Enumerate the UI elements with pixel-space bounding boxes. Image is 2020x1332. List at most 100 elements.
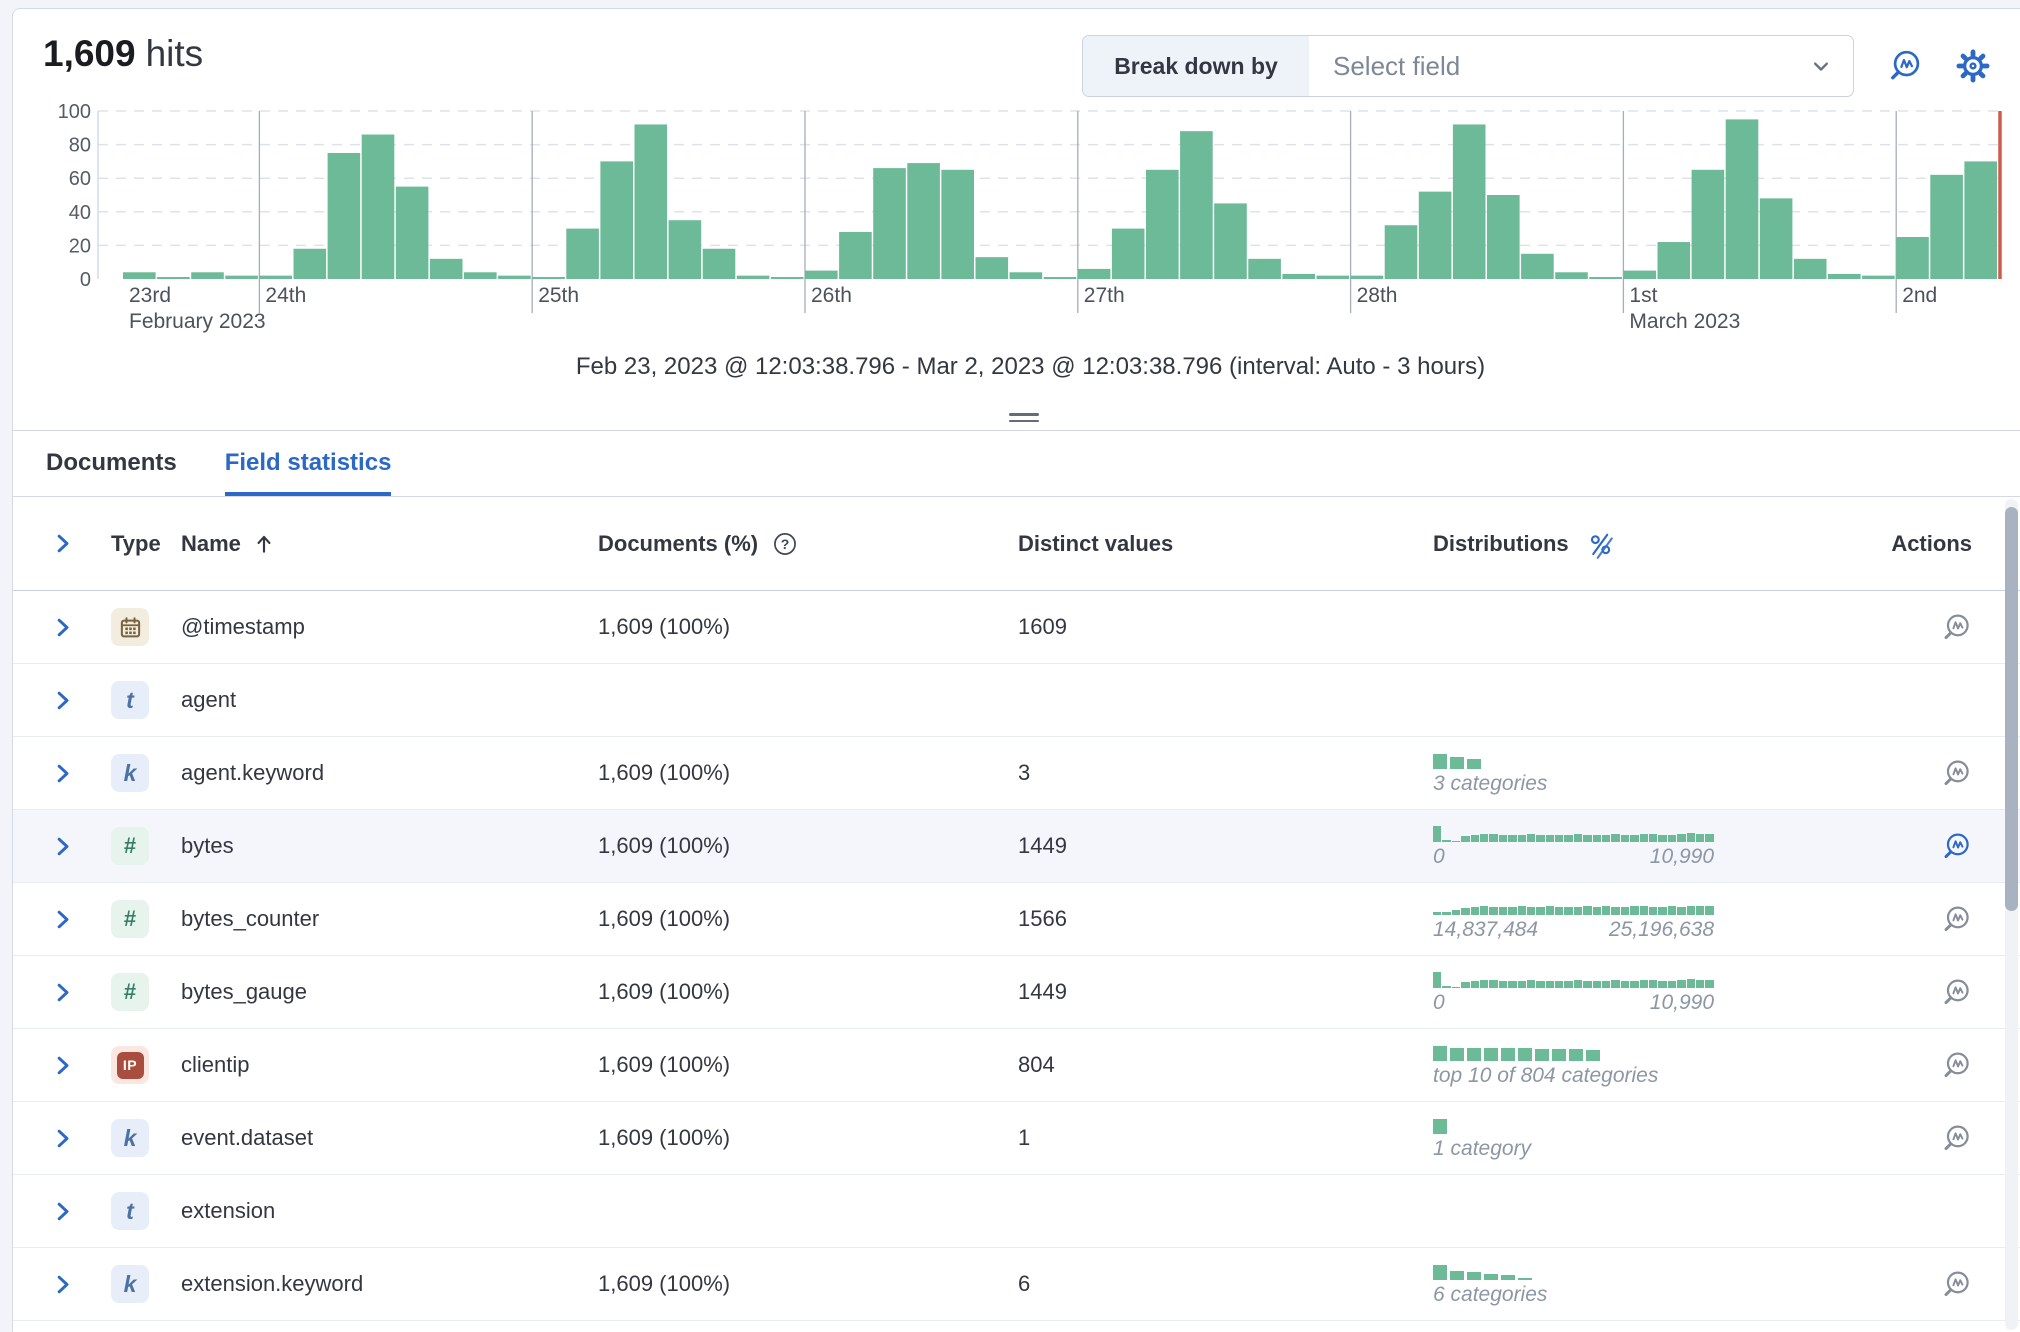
breakdown-placeholder: Select field: [1333, 51, 1460, 82]
result-tabs: Documents Field statistics: [13, 431, 2020, 497]
field-stats-action-icon[interactable]: [1941, 1123, 1972, 1154]
field-name: bytes_gauge: [181, 979, 307, 1005]
resize-handle[interactable]: [1009, 413, 1039, 426]
expand-row-icon[interactable]: [49, 1271, 76, 1298]
svg-text:March 2023: March 2023: [1629, 310, 1740, 333]
table-row-timestamp: @timestamp1,609 (100%)1609: [13, 591, 2020, 664]
results-panel: Documents Field statistics Type Name Docume…: [12, 430, 2020, 1332]
field-stats-action-icon[interactable]: [1941, 1269, 1972, 1300]
field-name: bytes: [181, 833, 234, 859]
col-name[interactable]: Name: [181, 531, 241, 557]
field-statistics-table: Type Name Documents (%) ?Distinct values Di…: [13, 497, 2020, 1332]
field-name: @timestamp: [181, 614, 305, 640]
time-range-caption: Feb 23, 2023 @ 12:03:38.796 - Mar 2, 202…: [43, 353, 2018, 381]
distinct-value: 1449: [1018, 979, 1067, 1004]
breakdown-control: Break down by Select field: [1082, 35, 1854, 97]
expand-row-icon[interactable]: [49, 1198, 76, 1225]
expand-row-icon[interactable]: [49, 687, 76, 714]
distinct-value: 1449: [1018, 833, 1067, 858]
field-stats-action-icon[interactable]: [1941, 758, 1972, 789]
hits-histogram[interactable]: 02040608010023rdFebruary 202324th25th26t…: [43, 101, 2018, 336]
field-name: event.dataset: [181, 1125, 313, 1151]
table-row-extensionkeyword: kextension.keyword1,609 (100%)66 categor…: [13, 1248, 2020, 1321]
date-field-icon: [119, 616, 142, 639]
field-stats-action-icon[interactable]: [1941, 904, 1972, 935]
documents-value: 1,609 (100%): [598, 1052, 730, 1077]
keyword-type-badge: k: [111, 754, 149, 792]
number-type-badge: #: [111, 900, 149, 938]
field-stats-action-icon[interactable]: [1941, 831, 1972, 862]
distribution-preview: 010,990: [1433, 969, 1733, 1015]
expand-row-icon[interactable]: [49, 1125, 76, 1152]
distribution-preview: 010,990: [1433, 823, 1733, 869]
field-stats-action-icon[interactable]: [1941, 977, 1972, 1008]
svg-text:26th: 26th: [811, 284, 852, 307]
distribution-preview: 6 categories: [1433, 1261, 1733, 1307]
distinct-value: 1: [1018, 1125, 1030, 1150]
expand-row-icon[interactable]: [49, 614, 76, 641]
distribution-preview: top 10 of 804 categories: [1433, 1042, 1733, 1088]
col-distinct-values: Distinct values: [1018, 531, 1173, 556]
table-row-bytes_counter: #bytes_counter1,609 (100%)156614,837,484…: [13, 883, 2020, 956]
expand-row-icon[interactable]: [49, 833, 76, 860]
table-row-partial: [13, 1321, 2020, 1332]
field-stats-action-icon[interactable]: [1941, 1050, 1972, 1081]
expand-row-icon[interactable]: [49, 760, 76, 787]
col-documents: Documents (%) ?: [598, 531, 1018, 557]
documents-value: 1,609 (100%): [598, 979, 730, 1004]
table-row-extension: textension: [13, 1175, 2020, 1248]
svg-text:2nd: 2nd: [1902, 284, 1937, 307]
table-row-agent: tagent: [13, 664, 2020, 737]
col-actions: Actions: [1891, 531, 1972, 557]
distribution-preview: 1 category: [1433, 1115, 1733, 1161]
svg-text:40: 40: [69, 202, 91, 224]
field-name: agent.keyword: [181, 760, 324, 786]
svg-text:23rd: 23rd: [129, 284, 171, 307]
hits-count: 1,609: [43, 33, 136, 74]
distinct-value: 804: [1018, 1052, 1055, 1077]
documents-value: 1,609 (100%): [598, 760, 730, 785]
table-row-bytes: #bytes1,609 (100%)1449010,990: [13, 810, 2020, 883]
col-distributions: Distributions: [1433, 531, 1569, 557]
field-name: bytes_counter: [181, 906, 319, 932]
distribution-preview: 3 categories: [1433, 750, 1733, 796]
table-row-agentkeyword: k agent.keyword 1,609 (100%) 3 3 categories: [13, 737, 2020, 810]
svg-text:80: 80: [69, 135, 91, 157]
table-row-eventdataset: kevent.dataset1,609 (100%)11 category: [13, 1102, 2020, 1175]
field-name: clientip: [181, 1052, 249, 1078]
tab-field-statistics[interactable]: Field statistics: [225, 431, 392, 496]
documents-value: 1,609 (100%): [598, 614, 730, 639]
field-name: extension.keyword: [181, 1271, 363, 1297]
number-type-badge: #: [111, 973, 149, 1011]
svg-text:1st: 1st: [1629, 284, 1657, 307]
documents-value: 1,609 (100%): [598, 1125, 730, 1150]
col-type: Type: [111, 531, 161, 557]
edit-visualization-button[interactable]: [1882, 43, 1928, 89]
svg-text:100: 100: [58, 101, 91, 123]
ip-type-badge: IP: [111, 1046, 149, 1084]
hits-label: hits: [146, 33, 204, 74]
distribution-preview: 14,837,48425,196,638: [1433, 896, 1733, 942]
chart-options-button[interactable]: [1950, 43, 1996, 89]
distinct-value: 1566: [1018, 906, 1067, 931]
svg-text:27th: 27th: [1084, 284, 1125, 307]
expand-row-icon[interactable]: [49, 906, 76, 933]
expand-row-icon[interactable]: [49, 1052, 76, 1079]
sort-ascending-icon[interactable]: [251, 531, 277, 557]
visualize-chart-icon: [1887, 48, 1923, 84]
svg-text:28th: 28th: [1357, 284, 1398, 307]
tab-documents[interactable]: Documents: [46, 431, 177, 496]
number-type-badge: #: [111, 827, 149, 865]
expand-row-icon[interactable]: [49, 530, 76, 557]
field-stats-action-icon[interactable]: [1941, 612, 1972, 643]
help-icon[interactable]: ?: [772, 531, 798, 557]
table-row-clientip: IP clientip 1,609 (100%) 804 top 10 of 804 c…: [13, 1029, 2020, 1102]
chevron-down-icon: [1807, 52, 1835, 80]
breakdown-field-select[interactable]: Select field: [1309, 36, 1853, 96]
distinct-value: 3: [1018, 760, 1030, 785]
text-type-badge: t: [111, 681, 149, 719]
hits-summary: 1,609hits: [43, 33, 203, 75]
expand-row-icon[interactable]: [49, 979, 76, 1006]
distributions-toggle-icon[interactable]: [1585, 529, 1615, 559]
scrollbar-thumb[interactable]: [2005, 507, 2018, 911]
